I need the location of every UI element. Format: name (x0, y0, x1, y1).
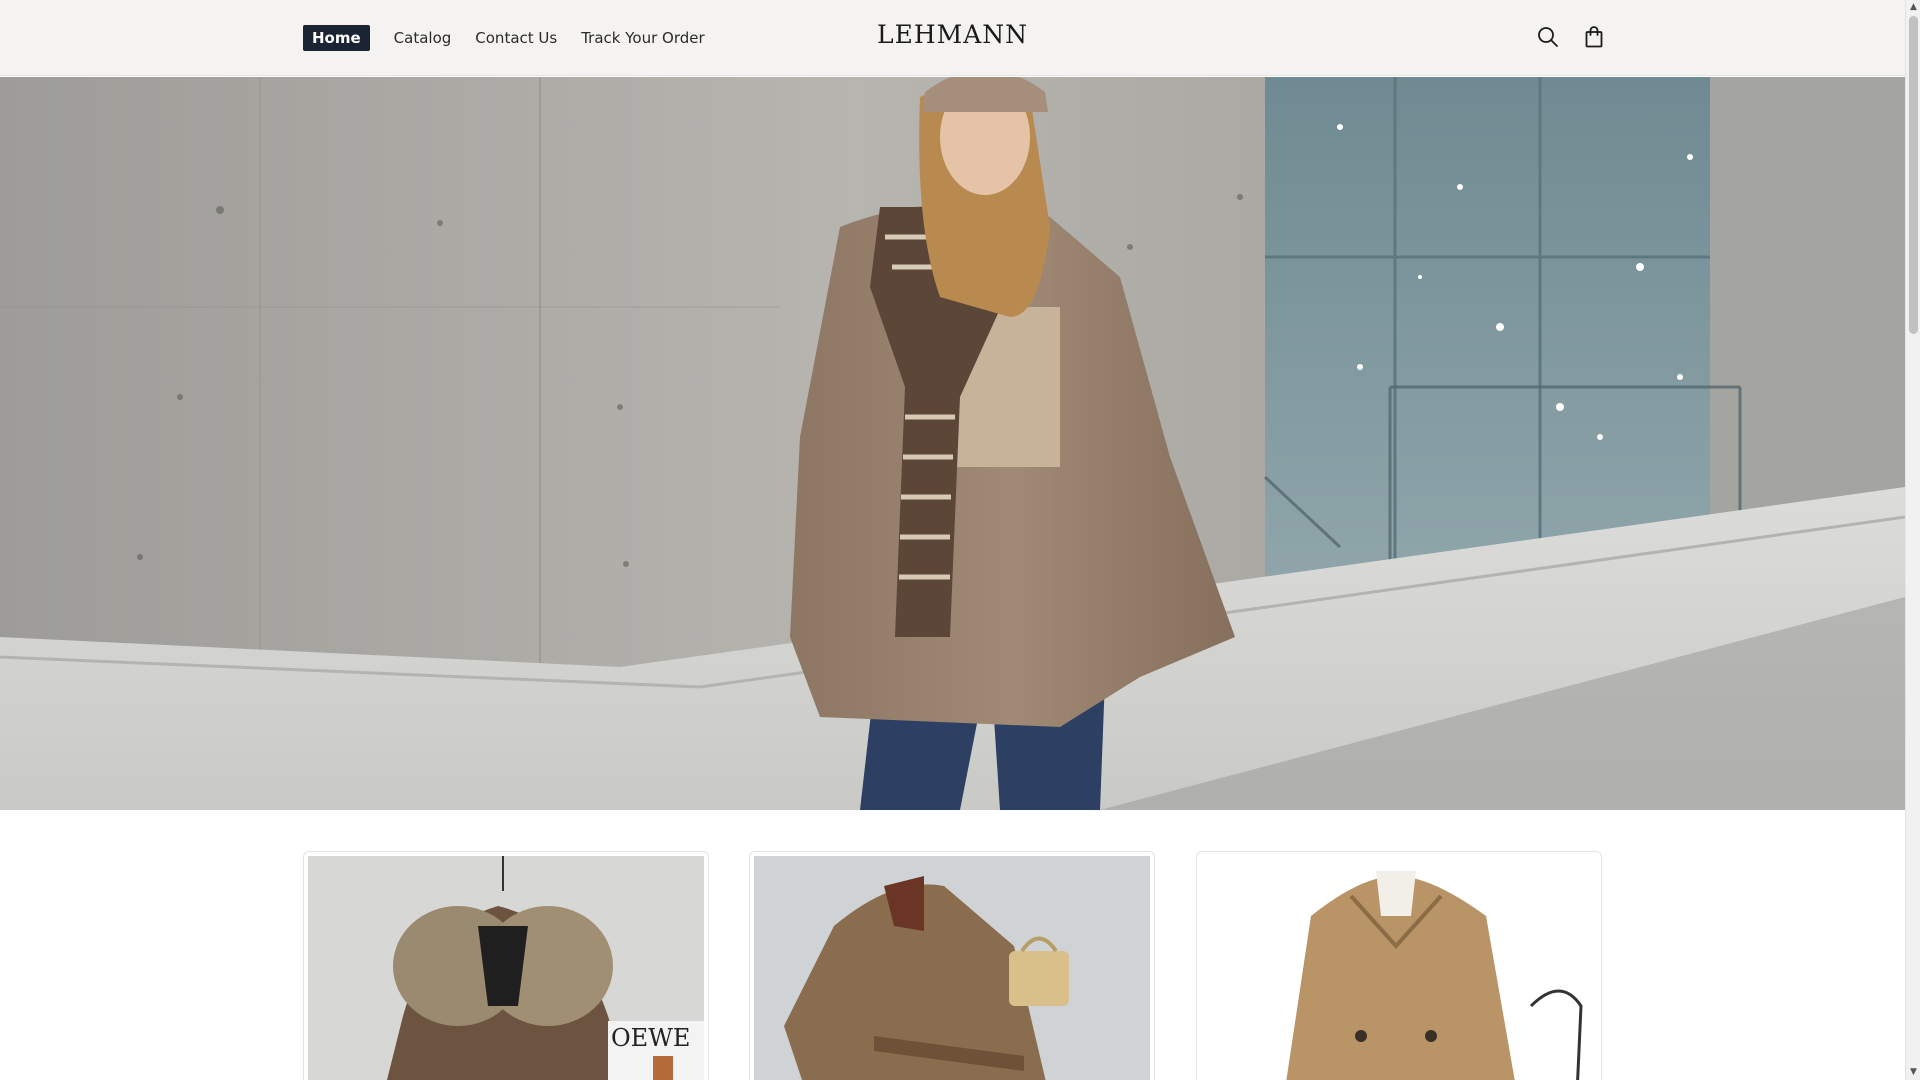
site-logo[interactable]: LEHMANN (877, 20, 1028, 49)
scroll-down-arrow[interactable]: ▼ (1906, 1065, 1920, 1080)
product-grid: OEWE (303, 851, 1602, 1080)
brand-sign-text: OEWE (611, 1024, 690, 1052)
product-image-1: OEWE (308, 856, 704, 1080)
scroll-up-arrow[interactable]: ▲ (1906, 0, 1920, 15)
page-scrollbar[interactable]: ▲ ▼ (1905, 0, 1920, 1080)
site-header: Home Catalog Contact Us Track Your Order… (0, 0, 1905, 76)
hero-banner[interactable] (0, 77, 1905, 810)
header-actions (1536, 25, 1606, 49)
product-image-2 (754, 856, 1150, 1080)
scroll-thumb[interactable] (1909, 16, 1918, 334)
product-card-3[interactable] (1196, 851, 1602, 1080)
page: Home Catalog Contact Us Track Your Order… (0, 0, 1905, 1080)
logo-container: LEHMANN (0, 20, 1905, 49)
hero-image (0, 77, 1905, 810)
product-card-2[interactable] (749, 851, 1155, 1080)
shopping-bag-icon[interactable] (1582, 25, 1606, 49)
product-card-1[interactable]: OEWE (303, 851, 709, 1080)
search-icon[interactable] (1536, 25, 1560, 49)
product-image-3 (1201, 856, 1597, 1080)
